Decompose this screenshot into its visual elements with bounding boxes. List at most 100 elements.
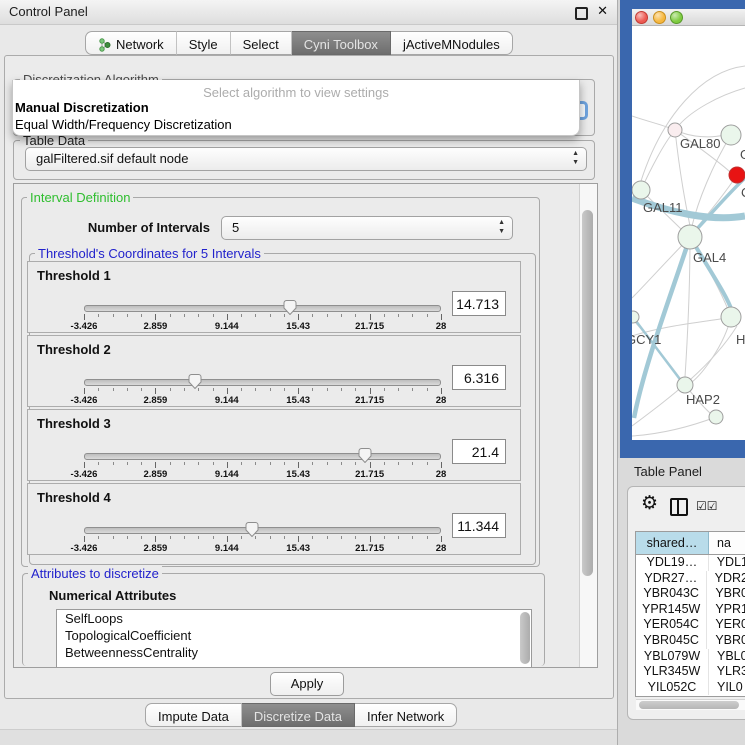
cell-shared-name[interactable]: YER054C [636, 617, 707, 633]
threshold-value-field[interactable]: 6.316 [452, 365, 506, 390]
network-node[interactable] [668, 123, 682, 137]
bottom-tab-label: Impute Data [158, 709, 229, 724]
attribute-item[interactable]: BetweennessCentrality [57, 644, 531, 661]
node-label: GAL80 [680, 136, 720, 151]
bottom-tab-impute-data[interactable]: Impute Data [145, 703, 242, 727]
numerical-attributes-list[interactable]: SelfLoopsTopologicalCoefficientBetweenne… [56, 609, 532, 668]
tab-jactivemnodules[interactable]: jActiveMNodules [391, 31, 513, 55]
tick-label: -3.426 [71, 321, 98, 332]
table-row[interactable]: YBL079WYBL0 [636, 649, 745, 665]
cell-name[interactable]: YBR0 [707, 586, 745, 602]
cell-shared-name[interactable]: YLR345W [636, 664, 709, 680]
zoom-traffic-light[interactable] [670, 11, 683, 24]
attribute-item[interactable]: TopologicalCoefficient [57, 627, 531, 644]
cell-shared-name[interactable]: YBL079W [636, 649, 709, 665]
cell-name[interactable]: YDR2 [707, 571, 745, 587]
table-row[interactable]: YBR045CYBR0 [636, 633, 745, 649]
select-columns-icon[interactable]: ☑☑ [696, 499, 718, 513]
threshold-value-field[interactable]: 11.344 [452, 513, 506, 538]
table-row[interactable]: YBR043CYBR0 [636, 586, 745, 602]
cell-name[interactable]: YPR1 [707, 602, 745, 618]
network-node[interactable] [729, 167, 745, 183]
node-attribute-table[interactable]: shared… na YDL19…YDL1YDR27…YDR2YBR043CYB… [635, 531, 745, 697]
table-row[interactable]: YER054CYER0 [636, 617, 745, 633]
cell-shared-name[interactable]: YPR145W [636, 602, 707, 618]
network-node[interactable] [709, 410, 723, 424]
threshold-panel-1: Threshold 1-3.4262.8599.14415.4321.71528… [27, 261, 521, 333]
cell-name[interactable]: YIL0 [709, 680, 745, 696]
close-icon[interactable]: ✕ [597, 4, 608, 18]
gear-icon[interactable]: ⚙ [641, 494, 658, 514]
table-row[interactable]: YDR27…YDR2 [636, 571, 745, 587]
cell-name[interactable]: YBL0 [709, 649, 745, 665]
threshold-value-field[interactable]: 21.4 [452, 439, 506, 464]
bottom-tab-discretize-data[interactable]: Discretize Data [242, 703, 355, 727]
threshold-value-field[interactable]: 14.713 [452, 291, 506, 316]
cell-shared-name[interactable]: YBR043C [636, 586, 707, 602]
table-panel-region: Table Panel ⚙ ☑☑ shared… na YDL19…YDL1YD… [618, 458, 745, 745]
threshold-slider-1[interactable] [84, 305, 441, 312]
slider-thumb[interactable] [283, 300, 296, 315]
slider-thumb[interactable] [245, 522, 258, 537]
attributes-group-label: Attributes to discretize [28, 566, 162, 581]
cell-shared-name[interactable]: YIL052C [636, 680, 709, 696]
slider-thumb[interactable] [189, 374, 202, 389]
minimize-traffic-light[interactable] [653, 11, 666, 24]
cell-name[interactable]: YDL1 [709, 555, 745, 571]
table-row[interactable]: YPR145WYPR1 [636, 602, 745, 618]
threshold-panel-4: Threshold 4-3.4262.8599.14415.4321.71528… [27, 483, 521, 555]
network-view-titlebar [632, 9, 745, 26]
apply-button[interactable]: Apply [270, 672, 344, 696]
network-node[interactable] [632, 181, 650, 199]
slider-ticks [84, 388, 441, 395]
column-header-shared[interactable]: shared… [636, 532, 709, 554]
node-label: GA [740, 147, 745, 162]
cell-name[interactable]: YBR0 [707, 633, 745, 649]
algorithm-option-equal-width[interactable]: Equal Width/Frequency Discretization [15, 117, 232, 132]
columns-icon[interactable] [670, 498, 688, 516]
threshold-slider-4[interactable] [84, 527, 441, 534]
table-row[interactable]: YLR345WYLR3 [636, 664, 745, 680]
table-hscrollbar[interactable] [636, 699, 745, 710]
cell-shared-name[interactable]: YDL19… [636, 555, 709, 571]
slider-thumb[interactable] [359, 448, 372, 463]
tick-label: 9.144 [215, 395, 239, 406]
cell-shared-name[interactable]: YDR27… [636, 571, 707, 587]
cell-shared-name[interactable]: YBR045C [636, 633, 707, 649]
table-row[interactable]: YIL052CYIL0 [636, 680, 745, 696]
table-row[interactable]: YDL19…YDL1 [636, 555, 745, 571]
cell-name[interactable]: YLR3 [709, 664, 745, 680]
slider-ticks [84, 314, 441, 321]
tab-cyni-toolbox[interactable]: Cyni Toolbox [292, 31, 391, 55]
bottom-tab-infer-network[interactable]: Infer Network [355, 703, 457, 727]
network-node[interactable] [721, 125, 741, 145]
network-canvas[interactable]: GAL80GACGAL11GAL4GCY1HHAP2 [632, 26, 745, 440]
network-node[interactable] [632, 311, 639, 323]
num-intervals-spinner[interactable]: 5 ▲▼ [221, 216, 513, 240]
threshold-slider-2[interactable] [84, 379, 441, 386]
cell-name[interactable]: YER0 [707, 617, 745, 633]
threshold-slider-3[interactable] [84, 453, 441, 460]
tab-select[interactable]: Select [231, 31, 292, 55]
numerical-attributes-label: Numerical Attributes [49, 588, 176, 603]
float-window-icon[interactable] [575, 7, 588, 20]
attribute-item[interactable]: SelfLoops [57, 610, 531, 627]
close-traffic-light[interactable] [635, 11, 648, 24]
network-node[interactable] [677, 377, 693, 393]
tick-label: 21.715 [355, 543, 384, 554]
attributes-scrollbar[interactable] [520, 612, 530, 664]
table-hscrollbar-thumb[interactable] [639, 701, 739, 709]
tick-label: 2.859 [144, 395, 168, 406]
tab-style[interactable]: Style [177, 31, 231, 55]
algorithm-option-manual[interactable]: Manual Discretization [15, 100, 149, 115]
tab-network[interactable]: Network [85, 31, 177, 55]
node-label: GCY1 [632, 332, 661, 347]
slider-tick-labels: -3.4262.8599.14415.4321.71528 [84, 395, 441, 405]
network-nodes[interactable] [632, 123, 745, 424]
column-header-name[interactable]: na [709, 532, 745, 554]
table-data-combo[interactable]: galFiltered.sif default node ▲▼ [25, 147, 587, 171]
network-node[interactable] [721, 307, 741, 327]
network-node[interactable] [678, 225, 702, 249]
panel-scrollbar-thumb[interactable] [582, 210, 593, 576]
panel-scrollbar-track[interactable] [579, 184, 597, 667]
